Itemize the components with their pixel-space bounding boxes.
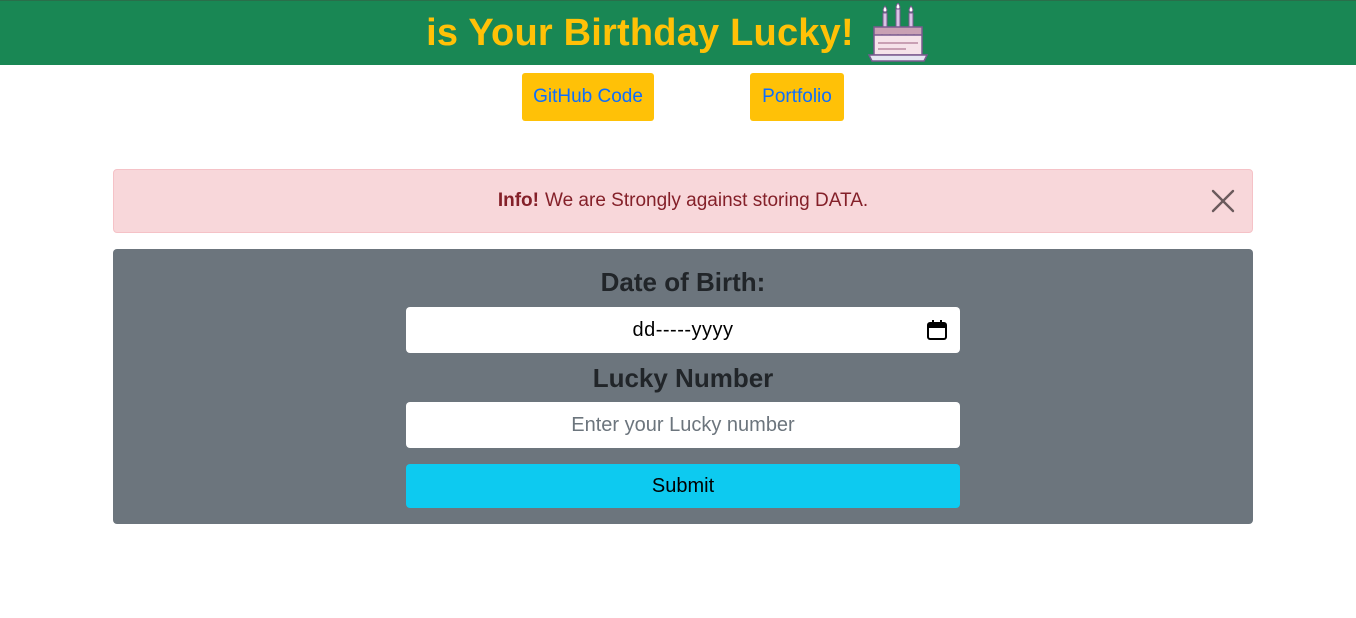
dob-value: dd-----yyyy xyxy=(632,318,734,341)
info-alert: Info! We are Strongly against storing DA… xyxy=(113,169,1253,233)
birthday-form: Date of Birth: dd-----yyyy Lucky Number … xyxy=(113,249,1253,524)
github-code-button[interactable]: GitHub Code xyxy=(522,73,654,121)
alert-title: Info! xyxy=(497,190,539,211)
dob-label: Date of Birth: xyxy=(600,267,766,297)
dob-input[interactable]: dd-----yyyy xyxy=(406,307,960,353)
portfolio-button[interactable]: Portfolio xyxy=(750,73,844,121)
submit-button[interactable]: Submit xyxy=(406,464,960,508)
app-header: is Your Birthday Lucky! xyxy=(0,0,1356,65)
close-icon[interactable] xyxy=(1210,188,1236,214)
lucky-number-input[interactable] xyxy=(406,402,960,448)
lucky-number-label: Lucky Number xyxy=(592,363,774,393)
cake-icon xyxy=(866,2,930,63)
page-title: is Your Birthday Lucky! xyxy=(426,11,854,54)
calendar-icon[interactable] xyxy=(926,319,948,341)
link-bar: GitHub Code Portfolio xyxy=(0,73,1356,121)
alert-message: We are Strongly against storing DATA. xyxy=(545,190,869,211)
